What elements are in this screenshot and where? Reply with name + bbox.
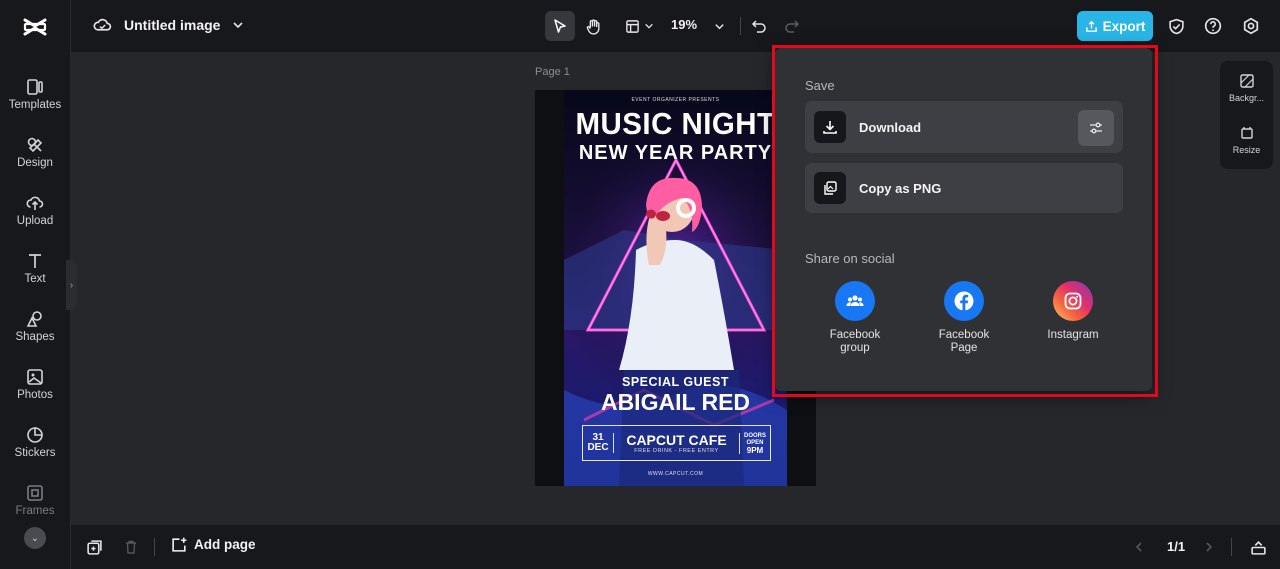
help-icon (1204, 17, 1222, 35)
sidebar-item-stickers[interactable]: Stickers (0, 426, 70, 480)
next-page-button[interactable] (1199, 537, 1219, 557)
poster-guest-label: SPECIAL GUEST (622, 375, 729, 389)
sidebar-item-upload[interactable]: Upload (0, 194, 70, 248)
export-icon (1085, 20, 1097, 32)
frames-icon (27, 485, 43, 501)
layout-dropdown-button[interactable] (619, 11, 659, 41)
page-label: Page 1 (535, 66, 570, 78)
poster-venue-name: CAPCUT CAFE (626, 432, 727, 448)
duplicate-page-button[interactable] (84, 537, 104, 557)
redo-icon (785, 20, 800, 33)
settings-button[interactable] (1240, 15, 1262, 37)
undo-icon (751, 20, 766, 33)
sidebar-item-shapes[interactable]: Shapes (0, 310, 70, 364)
right-tool-panel: Backgr... Resize (1220, 61, 1273, 169)
background-label: Backgr... (1228, 93, 1264, 103)
add-page-label: Add page (194, 537, 256, 552)
chevron-down-icon (233, 21, 244, 28)
photos-icon (27, 369, 43, 385)
poster-image[interactable]: EVENT ORGANIZER PRESENTS MUSIC NIGHT NEW… (564, 90, 787, 486)
redo-button[interactable] (777, 11, 807, 41)
sidebar-item-text[interactable]: Text (0, 252, 70, 306)
zoom-dropdown-button[interactable] (704, 11, 734, 41)
templates-icon (27, 79, 43, 95)
account-menu-button[interactable]: ⌄ (24, 527, 46, 549)
shield-button[interactable] (1165, 15, 1187, 37)
poster-info-box: 31 DEC CAPCUT CAFE FREE DRINK - FREE ENT… (582, 425, 771, 461)
export-button[interactable]: Export (1077, 11, 1153, 41)
previous-page-button[interactable] (1129, 537, 1149, 557)
poster-subtitle: NEW YEAR PARTY (578, 142, 773, 164)
chevron-left-icon (1135, 542, 1142, 552)
background-button[interactable]: Backgr... (1220, 73, 1273, 103)
page-panel-toggle[interactable] (1248, 537, 1268, 557)
select-tool-button[interactable] (545, 11, 575, 41)
bottom-divider (1231, 538, 1232, 556)
sidebar-item-templates[interactable]: Templates (0, 78, 70, 132)
sidebar-item-label: Design (17, 157, 53, 169)
poster-doors-time: 9PM (746, 445, 764, 455)
resize-icon (1240, 127, 1253, 139)
chevron-right-icon: › (69, 279, 74, 291)
chevron-down-icon (644, 23, 653, 29)
chevron-right-icon (1206, 542, 1213, 552)
stickers-icon (27, 427, 43, 443)
poster-organizer: EVENT ORGANIZER PRESENTS (631, 97, 720, 103)
capcut-logo[interactable] (22, 14, 48, 40)
sidebar-item-label: Frames (15, 505, 55, 517)
delete-page-button[interactable] (121, 537, 141, 557)
sidebar-item-label: Stickers (14, 447, 56, 459)
export-label: Export (1102, 18, 1146, 34)
layout-icon (625, 19, 639, 33)
shield-icon (1168, 18, 1184, 34)
page-counter: 1/1 (1167, 539, 1186, 554)
chevron-down-icon: ⌄ (30, 532, 40, 544)
design-icon (27, 137, 43, 153)
sidebar-item-photos[interactable]: Photos (0, 368, 70, 422)
panel-up-icon (1250, 540, 1266, 555)
hand-icon (586, 18, 600, 35)
resize-button[interactable]: Resize (1220, 125, 1273, 155)
upload-icon (26, 196, 44, 210)
hand-tool-button[interactable] (578, 11, 608, 41)
duplicate-icon (86, 539, 102, 555)
sidebar-item-label: Upload (16, 215, 54, 227)
bottom-bar: Add page 1/1 (71, 525, 1280, 569)
poster-venue-sub: FREE DRINK - FREE ENTRY (634, 448, 719, 454)
add-page-button[interactable]: Add page (171, 536, 256, 553)
sidebar-item-design[interactable]: Design (0, 136, 70, 190)
bottom-divider (154, 538, 155, 556)
trash-icon (126, 540, 136, 554)
poster-doors-line: DOORS (743, 432, 766, 439)
cursor-icon (554, 19, 566, 33)
document-title: Untitled image (124, 16, 221, 33)
sidebar-item-label: Templates (8, 99, 62, 111)
sidebar-item-label: Photos (17, 389, 53, 401)
resize-label: Resize (1232, 145, 1261, 155)
toolbar-divider (740, 17, 741, 35)
background-icon (1239, 74, 1254, 88)
document-title-area[interactable]: Untitled image (93, 15, 244, 34)
gear-icon (1243, 17, 1259, 35)
cloud-sync-icon (93, 18, 112, 31)
poster-doors: DOORS OPEN 9PM (739, 432, 770, 455)
poster-website: WWW.CAPCUT.COM (647, 471, 704, 477)
shapes-icon (26, 311, 42, 327)
poster-date-month: DEC (587, 442, 609, 453)
poster-date: 31 DEC (583, 433, 614, 453)
help-button[interactable] (1202, 15, 1224, 37)
sidebar-item-label: Text (24, 273, 46, 285)
highlight-annotation-box (772, 45, 1158, 397)
sidebar-collapse-handle[interactable]: › (66, 260, 77, 310)
left-sidebar: Templates Design Upload Text Shapes Phot… (0, 0, 71, 569)
undo-button[interactable] (744, 11, 774, 41)
poster-title: MUSIC NIGHT (575, 106, 776, 141)
text-icon (29, 254, 41, 268)
sidebar-item-label: Shapes (15, 331, 55, 343)
poster-guest-name: ABIGAIL RED (600, 389, 751, 415)
add-page-icon (172, 537, 187, 552)
chevron-down-icon (714, 23, 724, 29)
poster-venue: CAPCUT CAFE FREE DRINK - FREE ENTRY (614, 432, 739, 454)
zoom-level[interactable]: 19% (671, 17, 697, 32)
